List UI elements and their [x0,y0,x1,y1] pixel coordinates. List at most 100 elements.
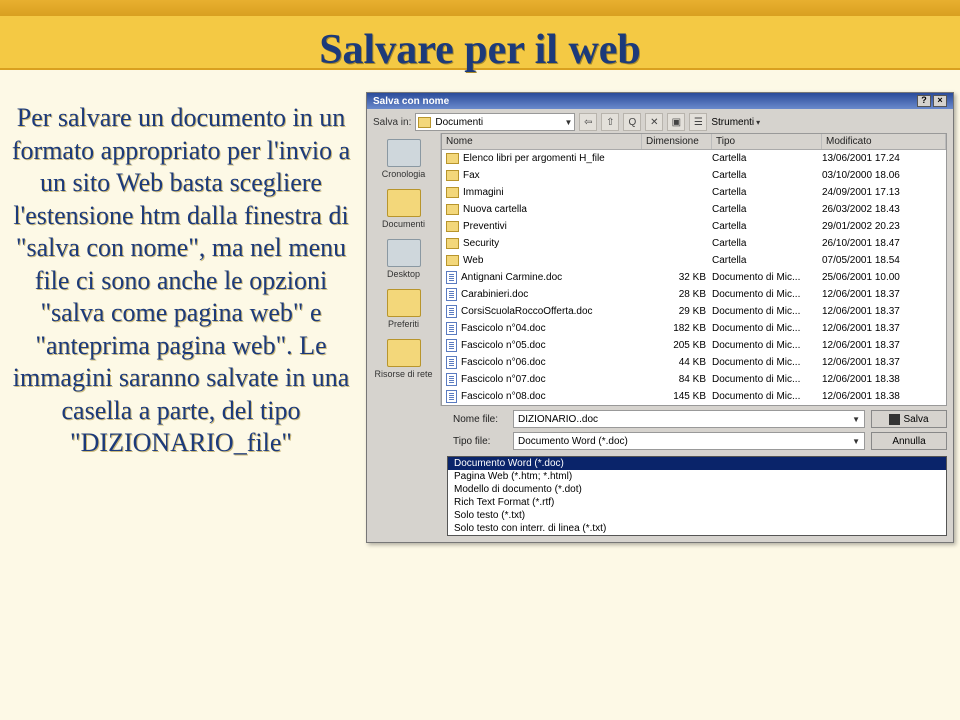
file-type: Documento di Mic... [712,289,822,300]
file-name: Fax [463,170,480,181]
chevron-down-icon: ▾ [756,118,760,127]
salvain-label: Salva in: [373,117,411,128]
file-type: Cartella [712,204,822,215]
delete-button[interactable]: ✕ [645,113,663,131]
save-button[interactable]: Salva [871,410,947,428]
col-type[interactable]: Tipo [712,134,822,149]
type-option[interactable]: Pagina Web (*.htm; *.html) [448,470,946,483]
place-cronologia[interactable]: Cronologia [369,139,438,179]
file-size: 205 KB [642,340,712,351]
file-mod: 13/06/2001 17.24 [822,153,946,164]
file-size: 44 KB [642,357,712,368]
file-type: Documento di Mic... [712,340,822,351]
col-mod[interactable]: Modificato [822,134,946,149]
back-button[interactable]: ⇦ [579,113,597,131]
body-text: Per salvare un documento in un formato a… [6,92,356,543]
file-type: Documento di Mic... [712,306,822,317]
floppy-icon [889,414,900,425]
col-size[interactable]: Dimensione [642,134,712,149]
file-name: Fascicolo n°07.doc [461,374,546,385]
cancel-label: Annulla [892,436,925,447]
file-list-header[interactable]: Nome Dimensione Tipo Modificato [442,134,946,150]
tools-menu[interactable]: Strumenti ▾ [711,117,760,128]
file-name: Fascicolo n°06.doc [461,357,546,368]
folder-icon [387,139,421,167]
file-mod: 25/06/2001 10.00 [822,272,946,283]
file-mod: 12/06/2001 18.37 [822,306,946,317]
views-button[interactable]: ☰ [689,113,707,131]
up-button[interactable]: ⇧ [601,113,619,131]
type-option[interactable]: Solo testo con interr. di linea (*.txt) [448,522,946,535]
file-name: Nuova cartella [463,204,527,215]
file-mod: 26/03/2002 18.43 [822,204,946,215]
place-label: Risorse di rete [369,369,438,379]
file-name: Security [463,238,499,249]
word-doc-icon [446,390,457,403]
search-web-button[interactable]: Q [623,113,641,131]
tipofile-combo[interactable]: Documento Word (*.doc) ▼ [513,432,865,450]
folder-icon [446,255,459,266]
close-icon[interactable]: × [933,95,947,107]
file-row[interactable]: CorsiScuolaRoccoOfferta.doc29 KBDocument… [442,303,946,320]
nomefile-input[interactable]: DIZIONARIO..doc ▼ [513,410,865,428]
tipofile-value: Documento Word (*.doc) [518,436,628,447]
file-row[interactable]: Nuova cartella Cartella26/03/2002 18.43 [442,201,946,218]
col-name[interactable]: Nome [442,134,642,149]
place-preferiti[interactable]: Preferiti [369,289,438,329]
place-risorse[interactable]: Risorse di rete [369,339,438,379]
file-type: Cartella [712,238,822,249]
cancel-button[interactable]: Annulla [871,432,947,450]
file-size: 84 KB [642,374,712,385]
file-type: Cartella [712,221,822,232]
dialog-title-text: Salva con nome [373,96,449,107]
file-row[interactable]: Antignani Carmine.doc32 KBDocumento di M… [442,269,946,286]
salvain-combo[interactable]: Documenti ▼ [415,113,575,131]
file-row[interactable]: WebCartella07/05/2001 18.54 [442,252,946,269]
places-bar: Cronologia Documenti Desktop Preferiti Risor… [367,133,441,406]
type-option[interactable]: Solo testo (*.txt) [448,509,946,522]
folder-icon [387,289,421,317]
place-desktop[interactable]: Desktop [369,239,438,279]
folder-icon [387,189,421,217]
file-type: Documento di Mic... [712,391,822,402]
type-option[interactable]: Rich Text Format (*.rtf) [448,496,946,509]
new-folder-button[interactable]: ▣ [667,113,685,131]
chevron-down-icon: ▼ [852,415,860,424]
file-name: Preventivi [463,221,507,232]
file-name: Web [463,255,483,266]
place-label: Preferiti [369,319,438,329]
file-row[interactable]: Fascicolo n°04.doc182 KBDocumento di Mic… [442,320,946,337]
file-row[interactable]: Fascicolo n°06.doc 44 KBDocumento di Mic.… [442,354,946,371]
file-row[interactable]: Fascicolo n°08.doc145 KBDocumento di Mic… [442,388,946,405]
help-icon[interactable]: ? [917,95,931,107]
file-row[interactable]: Carabinieri.doc28 KBDocumento di Mic...1… [442,286,946,303]
type-option[interactable]: Documento Word (*.doc) [448,457,946,470]
file-row[interactable]: ImmaginiCartella24/09/2001 17.13 [442,184,946,201]
tipofile-label: Tipo file: [453,436,507,447]
chevron-down-icon: ▼ [852,437,860,446]
slide-accent-bar [0,0,960,16]
file-row[interactable]: Elenco libri per argomenti H_fileCartell… [442,150,946,167]
file-type: Documento di Mic... [712,357,822,368]
file-row[interactable]: Security Cartella26/10/2001 18.47 [442,235,946,252]
file-row[interactable]: FaxCartella03/10/2000 18.06 [442,167,946,184]
place-documenti[interactable]: Documenti [369,189,438,229]
file-row[interactable]: PreventiviCartella29/01/2002 20.23 [442,218,946,235]
file-name: Immagini [463,187,504,198]
place-label: Cronologia [369,169,438,179]
folder-icon [418,117,431,128]
file-row[interactable]: Fascicolo n°07.doc84 KBDocumento di Mic.… [442,371,946,388]
word-doc-icon [446,271,457,284]
file-list-pane[interactable]: Nome Dimensione Tipo Modificato Elenco l… [441,133,947,406]
file-row[interactable]: Fascicolo n°05.doc205 KBDocumento di Mic… [442,337,946,354]
file-mod: 26/10/2001 18.47 [822,238,946,249]
file-type: Cartella [712,255,822,266]
salvain-value: Documenti [435,117,483,128]
folder-icon [387,339,421,367]
file-size: 182 KB [642,323,712,334]
nomefile-label: Nome file: [453,414,507,425]
tipofile-dropdown[interactable]: Documento Word (*.doc)Pagina Web (*.htm;… [447,456,947,536]
dialog-titlebar[interactable]: Salva con nome ? × [367,93,953,109]
type-option[interactable]: Modello di documento (*.dot) [448,483,946,496]
file-name: CorsiScuolaRoccoOfferta.doc [461,306,593,317]
